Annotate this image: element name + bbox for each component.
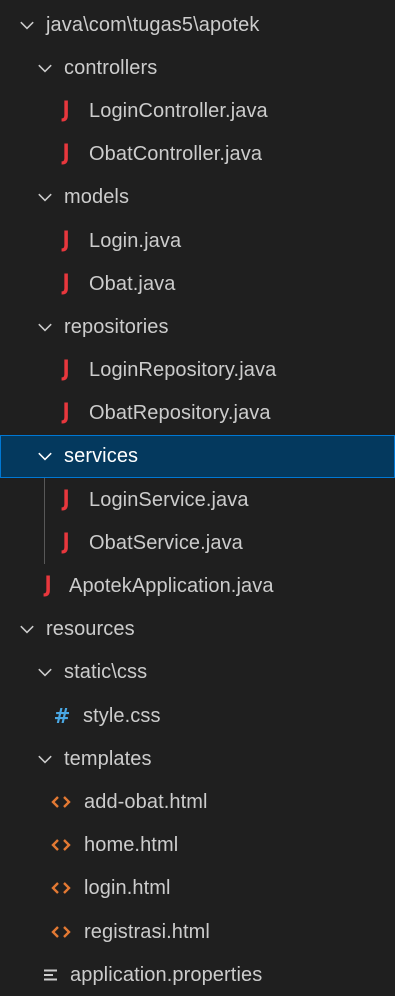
folder-java-com-tugas5-apotek[interactable]: java\com\tugas5\apotek xyxy=(0,3,395,46)
chevron-down-icon xyxy=(34,661,56,683)
file-label: add-obat.html xyxy=(84,790,208,813)
chevron-down-icon xyxy=(16,618,38,640)
file-obat-java[interactable]: J Obat.java xyxy=(0,262,395,305)
java-file-icon: J xyxy=(62,270,70,296)
folder-label: repositories xyxy=(64,315,169,338)
file-apotek-application-java[interactable]: J ApotekApplication.java xyxy=(0,564,395,607)
java-file-icon: J xyxy=(44,573,52,599)
folder-repositories[interactable]: repositories xyxy=(0,305,395,348)
file-label: style.css xyxy=(83,704,161,727)
file-label: login.html xyxy=(84,877,171,900)
file-label: ObatService.java xyxy=(89,531,243,554)
file-login-controller-java[interactable]: J LoginController.java xyxy=(0,89,395,132)
folder-label: static\css xyxy=(64,661,148,684)
file-login-java[interactable]: J Login.java xyxy=(0,219,395,262)
file-label: application.properties xyxy=(70,963,263,986)
folder-label: controllers xyxy=(64,56,158,79)
folder-services[interactable]: services xyxy=(0,434,395,479)
file-registrasi-html[interactable]: registrasi.html xyxy=(0,910,395,953)
chevron-down-icon xyxy=(34,186,56,208)
folder-label: models xyxy=(64,186,130,209)
folder-label: java\com\tugas5\apotek xyxy=(46,13,260,36)
html-file-icon xyxy=(50,790,72,814)
file-label: ObatRepository.java xyxy=(89,402,271,425)
folder-resources[interactable]: resources xyxy=(0,608,395,651)
file-label: home.html xyxy=(84,834,179,857)
file-obat-controller-java[interactable]: J ObatController.java xyxy=(0,133,395,176)
file-label: ObatController.java xyxy=(89,143,263,166)
file-label: Obat.java xyxy=(89,272,176,295)
java-file-icon: J xyxy=(62,357,70,383)
file-label: LoginService.java xyxy=(89,488,249,511)
file-login-html[interactable]: login.html xyxy=(0,867,395,910)
file-obat-service-java[interactable]: J ObatService.java xyxy=(0,521,395,565)
file-label: LoginController.java xyxy=(89,99,268,122)
html-file-icon xyxy=(50,876,72,900)
file-login-service-java[interactable]: J LoginService.java xyxy=(0,478,395,522)
file-style-css[interactable]: # style.css xyxy=(0,694,395,737)
java-file-icon: J xyxy=(62,400,70,426)
file-label: ApotekApplication.java xyxy=(69,575,274,598)
html-file-icon xyxy=(50,833,72,857)
java-file-icon: J xyxy=(62,141,70,167)
chevron-down-icon xyxy=(34,316,56,338)
folder-controllers[interactable]: controllers xyxy=(0,46,395,89)
file-application-properties[interactable]: application.properties xyxy=(0,953,395,996)
html-file-icon xyxy=(50,920,72,944)
folder-templates[interactable]: templates xyxy=(0,737,395,780)
folder-static-css[interactable]: static\css xyxy=(0,651,395,694)
properties-file-icon xyxy=(40,963,62,987)
java-file-icon: J xyxy=(62,227,70,253)
chevron-down-icon xyxy=(34,57,56,79)
chevron-down-icon xyxy=(16,14,38,36)
indent-guide xyxy=(44,478,45,522)
file-label: LoginRepository.java xyxy=(89,359,277,382)
folder-label: resources xyxy=(46,618,135,641)
chevron-down-icon xyxy=(34,748,56,770)
css-file-icon: # xyxy=(53,703,71,728)
file-obat-repository-java[interactable]: J ObatRepository.java xyxy=(0,392,395,435)
java-file-icon: J xyxy=(62,486,70,512)
java-file-icon: J xyxy=(62,97,70,123)
folder-label: templates xyxy=(64,747,152,770)
folder-label: services xyxy=(64,445,139,468)
file-label: Login.java xyxy=(89,229,182,252)
folder-models[interactable]: models xyxy=(0,176,395,219)
java-file-icon: J xyxy=(62,529,70,555)
file-label: registrasi.html xyxy=(84,920,210,943)
file-explorer-tree: java\com\tugas5\apotek controllers J Log… xyxy=(0,0,395,994)
file-home-html[interactable]: home.html xyxy=(0,824,395,867)
file-login-repository-java[interactable]: J LoginRepository.java xyxy=(0,349,395,392)
indent-guide xyxy=(44,521,45,565)
chevron-down-icon xyxy=(34,445,56,467)
file-add-obat-html[interactable]: add-obat.html xyxy=(0,780,395,823)
